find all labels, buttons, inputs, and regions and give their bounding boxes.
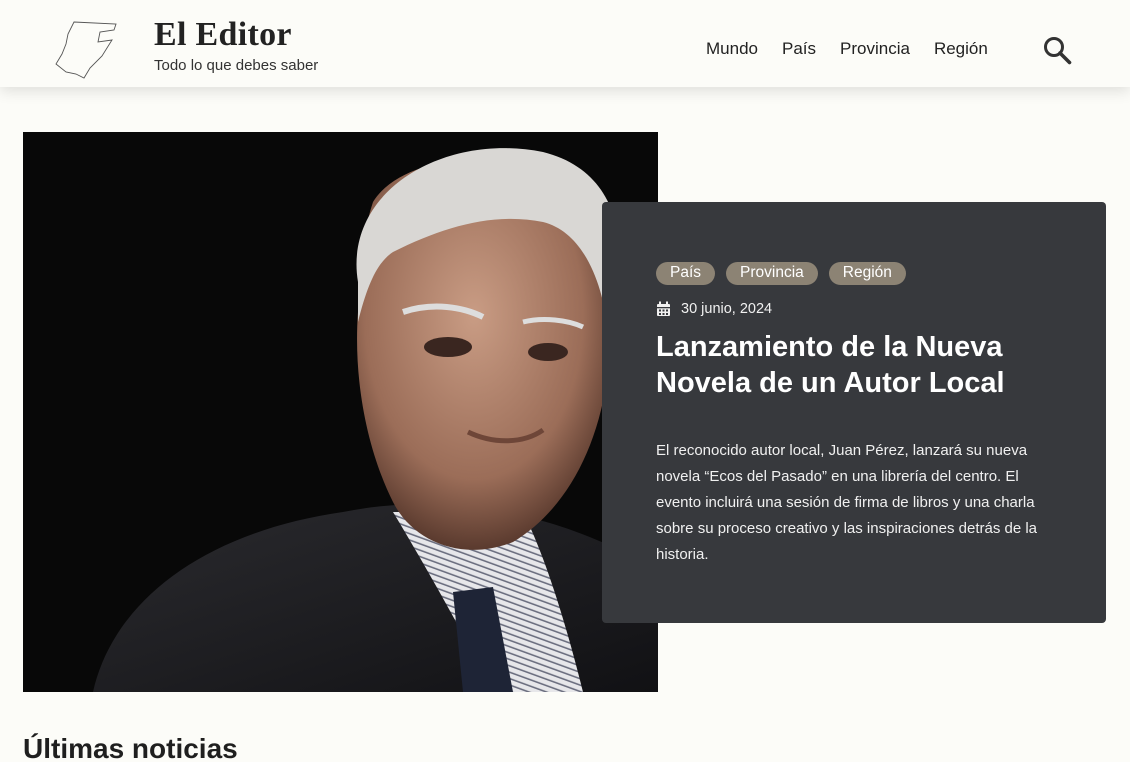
- nav-item-mundo[interactable]: Mundo: [706, 39, 758, 59]
- calendar-icon: [657, 301, 670, 316]
- article-date: 30 junio, 2024: [656, 301, 772, 317]
- featured-article-card: País Provincia Región 30 junio, 2024 Lan…: [602, 202, 1106, 623]
- site-title[interactable]: El Editor: [154, 16, 292, 54]
- latest-news-heading: Últimas noticias: [23, 733, 238, 762]
- tag-pais[interactable]: País: [656, 262, 716, 285]
- article-title[interactable]: Lanzamiento de la Nueva Novela de un Aut…: [656, 329, 1076, 401]
- nav-item-pais[interactable]: País: [782, 39, 816, 59]
- featured-image[interactable]: [23, 132, 658, 692]
- map-outline-icon[interactable]: [54, 18, 120, 80]
- tag-region[interactable]: Región: [828, 262, 906, 285]
- tag-provincia[interactable]: Provincia: [726, 262, 818, 285]
- article-excerpt: El reconocido autor local, Juan Pérez, l…: [656, 442, 1038, 563]
- search-icon[interactable]: [1042, 35, 1072, 65]
- nav-item-region[interactable]: Región: [934, 39, 988, 59]
- site-header: El Editor Todo lo que debes saber Mundo …: [0, 0, 1130, 87]
- date-text: 30 junio, 2024: [681, 301, 773, 317]
- nav-item-provincia[interactable]: Provincia: [840, 39, 910, 59]
- tag-list: País Provincia Región: [656, 262, 906, 285]
- main-nav: Mundo País Provincia Región: [706, 39, 988, 59]
- portrait-illustration: [23, 132, 658, 692]
- site-tagline: Todo lo que debes saber: [154, 57, 319, 74]
